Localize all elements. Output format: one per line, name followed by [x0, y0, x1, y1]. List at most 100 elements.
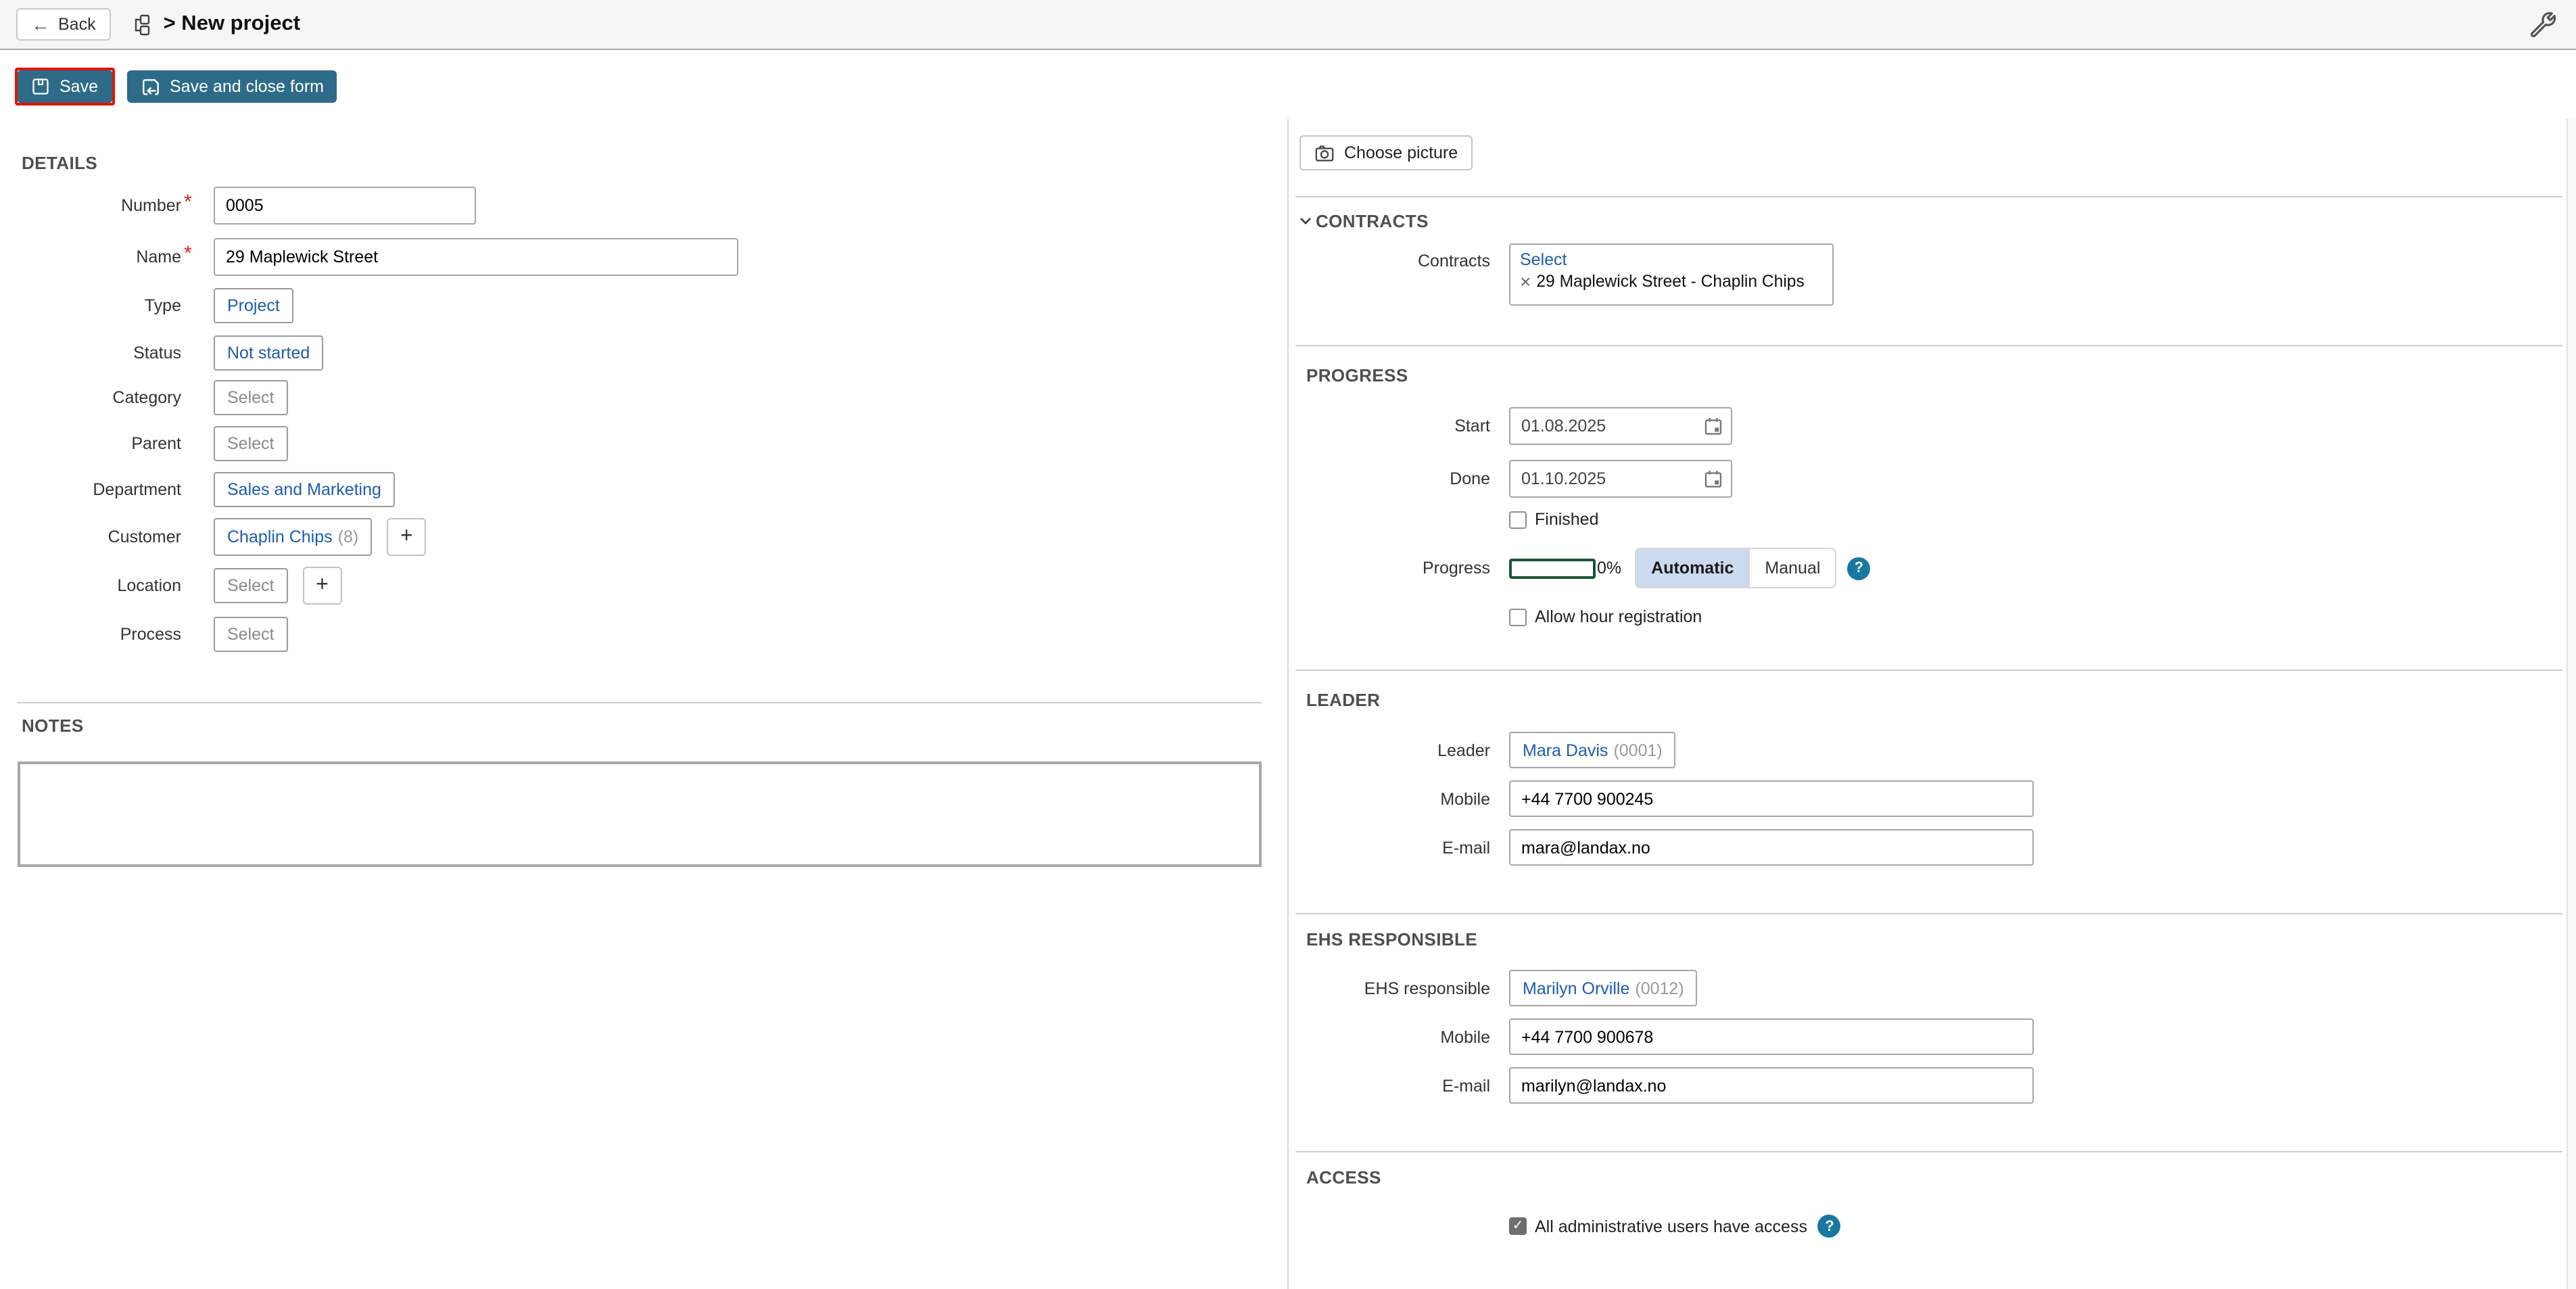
process-selector[interactable]: Select — [214, 617, 288, 652]
leader-number: (0001) — [1613, 741, 1662, 759]
progress-heading: PROGRESS — [1306, 365, 1408, 385]
done-label: Done — [1289, 469, 1490, 488]
access-divider — [1295, 1151, 2562, 1152]
contract-chip-label: 29 Maplewick Street - Chaplin Chips — [1536, 272, 1804, 291]
number-input[interactable] — [214, 187, 476, 225]
mode-manual-button[interactable]: Manual — [1748, 549, 1835, 587]
progress-divider — [1295, 345, 2562, 346]
chevron-down-icon[interactable] — [1299, 216, 1312, 226]
type-value: Project — [227, 296, 280, 315]
ehs-mobile-input[interactable] — [1509, 1018, 2034, 1055]
type-selector[interactable]: Project — [214, 288, 293, 323]
ehs-responsible-name: Marilyn Orville — [1523, 979, 1629, 998]
allow-hour-registration-label: Allow hour registration — [1535, 607, 1702, 626]
start-label: Start — [1289, 417, 1490, 436]
save-and-close-icon — [140, 76, 160, 97]
help-icon[interactable]: ? — [1847, 557, 1870, 580]
start-date-input[interactable] — [1509, 407, 1732, 445]
contracts-select-link[interactable]: Select — [1520, 249, 1567, 269]
name-input[interactable] — [214, 238, 738, 276]
number-label: Number — [0, 196, 181, 215]
all-admin-access-checkbox[interactable]: ✓ — [1509, 1217, 1527, 1235]
wrench-icon[interactable] — [2530, 11, 2557, 38]
contracts-heading: CONTRACTS — [1316, 211, 1429, 231]
location-label: Location — [0, 576, 181, 595]
right-panel: Choose picture CONTRACTS Contracts Selec… — [1289, 119, 2565, 1238]
calendar-icon[interactable] — [1704, 469, 1723, 488]
vertical-scrollbar[interactable] — [2567, 119, 2576, 1289]
location-selector[interactable]: Select — [214, 568, 288, 603]
progress-mode-toggle: Automatic Manual — [1635, 548, 1836, 588]
add-customer-button[interactable]: + — [387, 518, 426, 556]
checkmark-icon: ✓ — [1512, 1219, 1524, 1233]
ehs-email-label: E-mail — [1289, 1076, 1490, 1095]
customer-value: Chaplin Chips — [227, 528, 333, 546]
progress-percent: 0% — [1597, 559, 1621, 578]
leader-name: Mara Davis — [1523, 741, 1608, 759]
ehs-divider — [1295, 913, 2562, 914]
ehs-mobile-label: Mobile — [1289, 1027, 1490, 1046]
choose-picture-button[interactable]: Choose picture — [1299, 135, 1473, 170]
back-button[interactable]: ← Back — [16, 8, 111, 41]
ehs-heading: EHS RESPONSIBLE — [1306, 929, 1477, 950]
help-icon[interactable]: ? — [1818, 1215, 1841, 1238]
customer-count: (8) — [338, 528, 359, 546]
contracts-field: Select × 29 Maplewick Street - Chaplin C… — [1509, 243, 1834, 306]
department-selector[interactable]: Sales and Marketing — [214, 472, 395, 507]
choose-picture-label: Choose picture — [1344, 143, 1458, 162]
add-location-button[interactable]: + — [303, 567, 342, 605]
department-label: Department — [0, 480, 181, 499]
parent-label: Parent — [0, 434, 181, 453]
notes-divider — [18, 702, 1262, 703]
done-date-input[interactable] — [1509, 460, 1732, 498]
leader-email-input[interactable] — [1509, 829, 2034, 866]
back-button-label: Back — [58, 15, 96, 34]
customer-selector[interactable]: Chaplin Chips (8) — [214, 518, 372, 556]
leader-heading: LEADER — [1306, 690, 1380, 710]
page-title: > New project — [164, 12, 300, 37]
contracts-label: Contracts — [1289, 243, 1490, 271]
allow-hour-registration-checkbox[interactable]: ✓ — [1509, 608, 1527, 626]
leader-selector[interactable]: Mara Davis (0001) — [1509, 732, 1676, 768]
category-selector[interactable]: Select — [214, 380, 288, 415]
leader-email-label: E-mail — [1289, 838, 1490, 857]
leader-mobile-input[interactable] — [1509, 780, 2034, 817]
required-marker: * — [181, 248, 192, 261]
ehs-responsible-selector[interactable]: Marilyn Orville (0012) — [1509, 970, 1698, 1006]
mode-automatic-button[interactable]: Automatic — [1636, 549, 1748, 587]
contracts-divider — [1295, 196, 2562, 197]
process-label: Process — [0, 625, 181, 644]
name-label: Name — [0, 248, 181, 266]
progress-label: Progress — [1289, 559, 1490, 578]
save-button-label: Save — [59, 77, 98, 96]
ehs-email-input[interactable] — [1509, 1067, 2034, 1104]
project-form-window: ← Back > New project — [0, 0, 2576, 1289]
calendar-icon[interactable] — [1704, 417, 1723, 436]
location-value: Select — [227, 576, 275, 595]
ehs-responsible-label: EHS responsible — [1289, 979, 1490, 998]
toolbar: Save Save and close form — [0, 50, 2576, 119]
save-and-close-button[interactable]: Save and close form — [126, 70, 337, 103]
camera-icon — [1314, 143, 1335, 163]
save-icon — [31, 77, 50, 96]
hierarchy-icon — [128, 13, 151, 36]
finished-checkbox[interactable]: ✓ — [1509, 511, 1527, 528]
status-selector[interactable]: Not started — [214, 335, 323, 371]
top-bar: ← Back > New project — [0, 0, 2576, 50]
save-button[interactable]: Save — [18, 70, 112, 103]
ehs-responsible-number: (0012) — [1635, 979, 1684, 998]
process-value: Select — [227, 625, 275, 644]
back-arrow-icon: ← — [31, 15, 50, 34]
notes-textarea[interactable] — [18, 761, 1262, 867]
type-label: Type — [0, 296, 181, 315]
required-marker: * — [181, 196, 192, 210]
parent-selector[interactable]: Select — [214, 426, 288, 461]
notes-heading: NOTES — [22, 716, 1287, 736]
details-heading: DETAILS — [22, 153, 1287, 173]
all-admin-access-label: All administrative users have access — [1535, 1217, 1807, 1236]
leader-divider — [1295, 670, 2562, 671]
customer-label: Customer — [0, 528, 181, 546]
leader-mobile-label: Mobile — [1289, 789, 1490, 808]
access-heading: ACCESS — [1306, 1167, 1381, 1188]
remove-contract-icon[interactable]: × — [1520, 272, 1531, 291]
